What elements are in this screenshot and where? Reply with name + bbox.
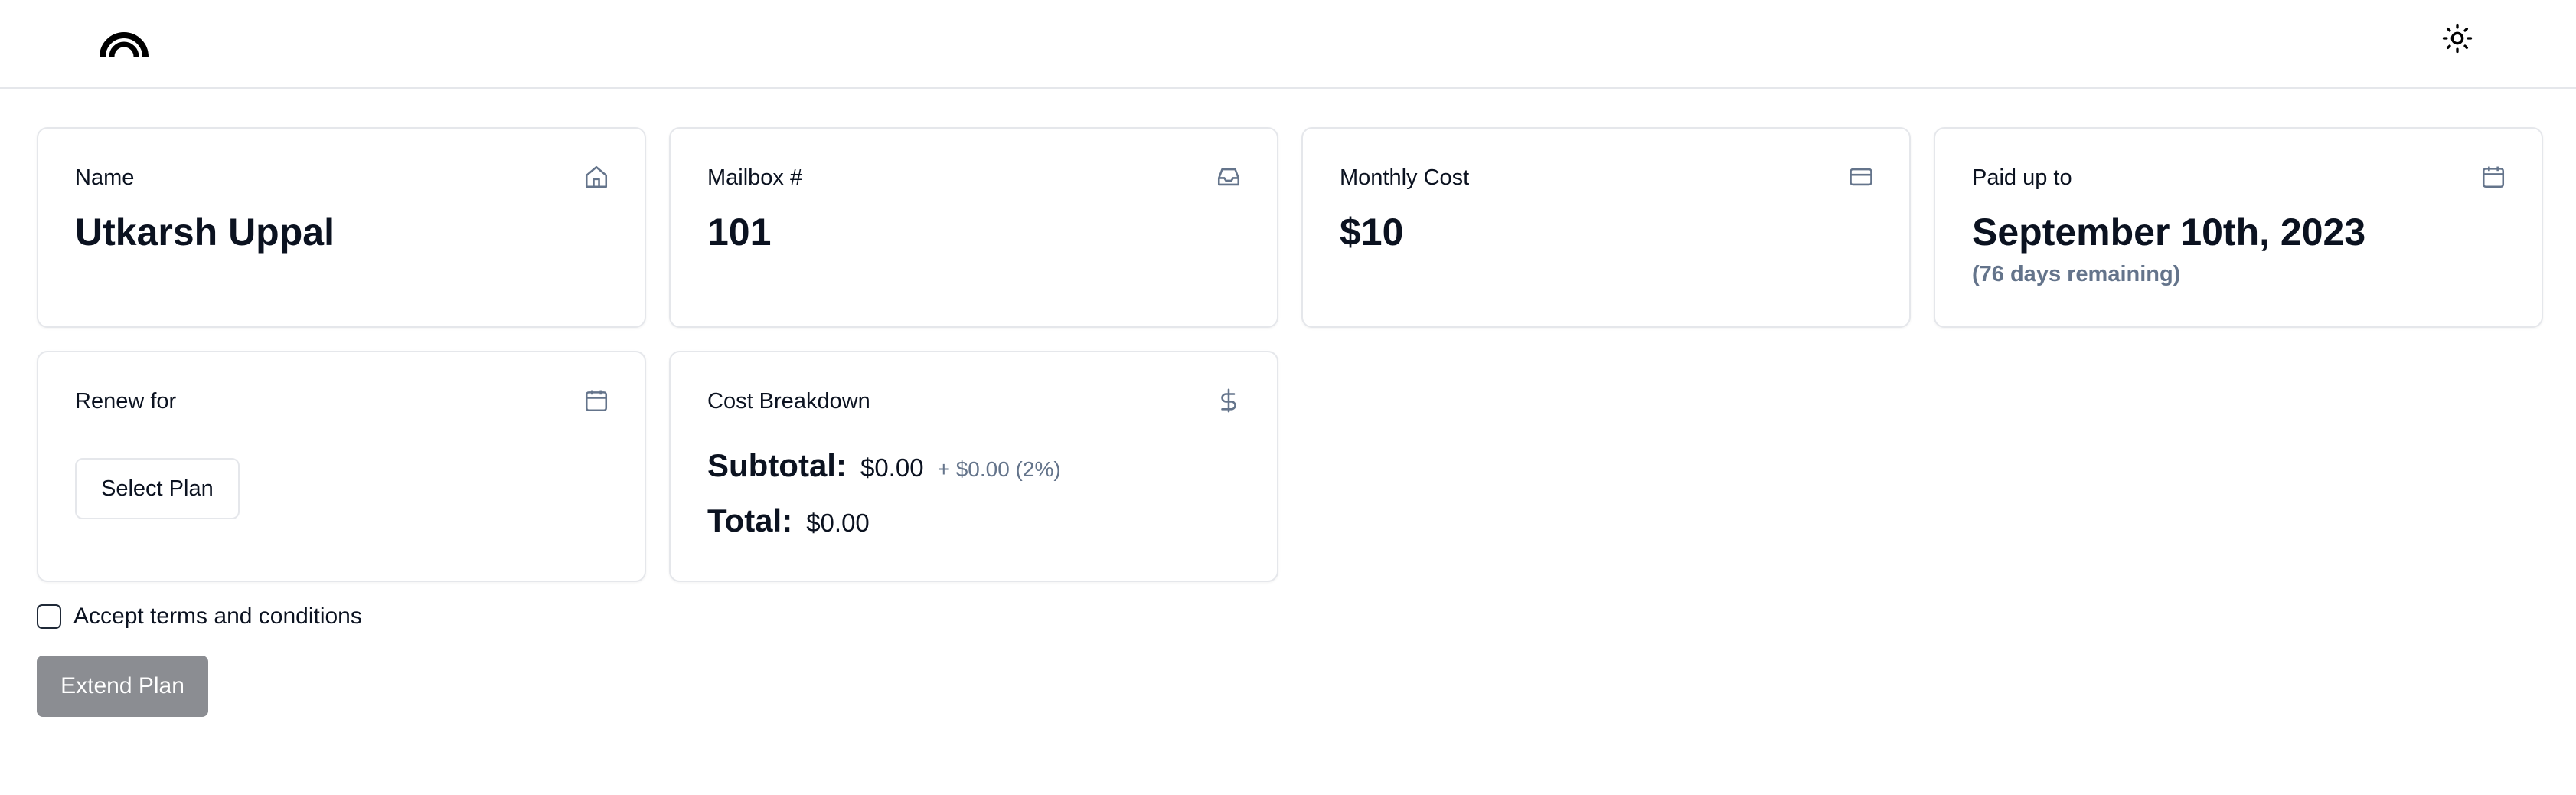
card-label: Mailbox # [707,165,803,190]
card-label: Renew for [75,389,177,414]
dollar-sign-icon [1216,388,1242,414]
monthly-cost-value: $10 [1340,211,1404,254]
theme-toggle-button[interactable] [2441,23,2474,57]
renew-for-card: Renew for Select Plan [37,351,646,582]
mailbox-value: 101 [707,211,772,254]
terms-row[interactable]: Accept terms and conditions [37,604,362,630]
card-label: Cost Breakdown [707,389,870,414]
total-value: $0.00 [806,509,870,537]
subtotal-row: Subtotal: $0.00 + $0.00 (2%) [707,447,1061,484]
name-value: Utkarsh Uppal [75,211,335,254]
credit-card-icon [1848,164,1874,190]
terms-label[interactable]: Accept terms and conditions [73,604,362,630]
monthly-cost-card: Monthly Cost $10 [1301,127,1911,328]
home-icon [583,164,609,190]
days-remaining: (76 days remaining) [1972,262,2181,286]
mailbox-card: Mailbox # 101 [669,127,1278,328]
subtotal-value: $0.00 [860,453,924,482]
name-card: Name Utkarsh Uppal [37,127,646,328]
subtotal-label: Subtotal: [707,447,847,483]
card-label: Monthly Cost [1340,165,1470,190]
select-plan-button[interactable]: Select Plan [75,458,240,519]
top-bar [0,0,2576,89]
total-label: Total: [707,502,793,538]
card-label: Paid up to [1972,165,2072,190]
calendar-icon [2480,164,2506,190]
paid-up-to-value: September 10th, 2023 [1972,211,2366,254]
card-label: Name [75,165,135,190]
calendar-icon [583,388,609,414]
extend-plan-button[interactable]: Extend Plan [37,656,208,717]
sun-icon [2442,23,2473,57]
cost-breakdown-card: Cost Breakdown Subtotal: $0.00 + $0.00 (… [669,351,1278,582]
paid-up-to-card: Paid up to September 10th, 2023 (76 days… [1934,127,2543,328]
terms-checkbox[interactable] [37,604,61,629]
arch-logo-icon[interactable] [100,21,149,58]
total-row: Total: $0.00 [707,502,883,539]
inbox-icon [1216,164,1242,190]
fee-text: + $0.00 (2%) [937,457,1061,481]
